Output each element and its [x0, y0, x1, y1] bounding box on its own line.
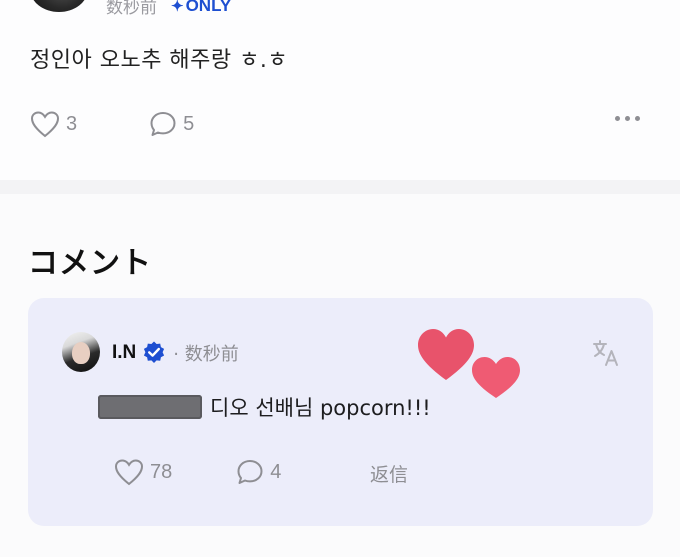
post-like-button[interactable]: 3	[30, 110, 77, 138]
comment-like-button[interactable]: 78	[114, 458, 172, 486]
comment-header: I.N · 数秒前	[112, 340, 239, 366]
only-badge-label: ONLY	[185, 0, 232, 15]
post-actions: 3 5	[30, 110, 194, 138]
post-timestamp: 数秒前	[106, 0, 157, 18]
redacted-mention	[98, 395, 202, 419]
comment-card: I.N · 数秒前 디오 선배님 popcorn!!! 78 4 返信	[28, 298, 653, 526]
post: 数秒前 ✦ ONLY 정인아 오노추 해주랑 ㅎ.ㅎ 3 5	[0, 0, 680, 180]
comment-author-avatar[interactable]	[62, 332, 100, 372]
comment-author-name[interactable]: I.N	[112, 342, 136, 364]
comment-reply-count-button[interactable]: 4	[236, 458, 281, 486]
post-meta: 数秒前 ✦ ONLY	[106, 0, 231, 18]
more-dots-icon[interactable]	[615, 116, 640, 121]
comment-actions: 78 4	[114, 458, 281, 486]
sparkle-icon: ✦	[171, 0, 184, 15]
post-author-avatar[interactable]	[30, 0, 88, 12]
comment-timestamp: · 数秒前	[173, 344, 239, 365]
translate-icon[interactable]	[591, 338, 621, 368]
heart-icon	[30, 111, 60, 138]
comment-reply-count: 4	[270, 460, 282, 483]
comment-text: 디오 선배님 popcorn!!!	[210, 396, 431, 420]
verified-badge-icon	[144, 341, 165, 363]
post-comment-button[interactable]: 5	[149, 110, 194, 138]
post-comment-count: 5	[183, 112, 195, 135]
comment-body: 디오 선배님 popcorn!!!	[98, 392, 431, 422]
comment-bubble-icon	[150, 112, 176, 136]
reply-button[interactable]: 返信	[370, 460, 408, 487]
comments-title: コメント	[28, 246, 152, 281]
comment-bubble-icon	[237, 460, 263, 484]
heart-icon	[114, 459, 144, 486]
comment-like-count: 78	[150, 460, 173, 483]
post-text: 정인아 오노추 해주랑 ㅎ.ㅎ	[30, 48, 289, 73]
only-badge: ✦ ONLY	[171, 0, 231, 16]
post-like-count: 3	[66, 112, 78, 135]
hearts-sticker	[418, 329, 520, 398]
section-divider	[0, 180, 680, 194]
